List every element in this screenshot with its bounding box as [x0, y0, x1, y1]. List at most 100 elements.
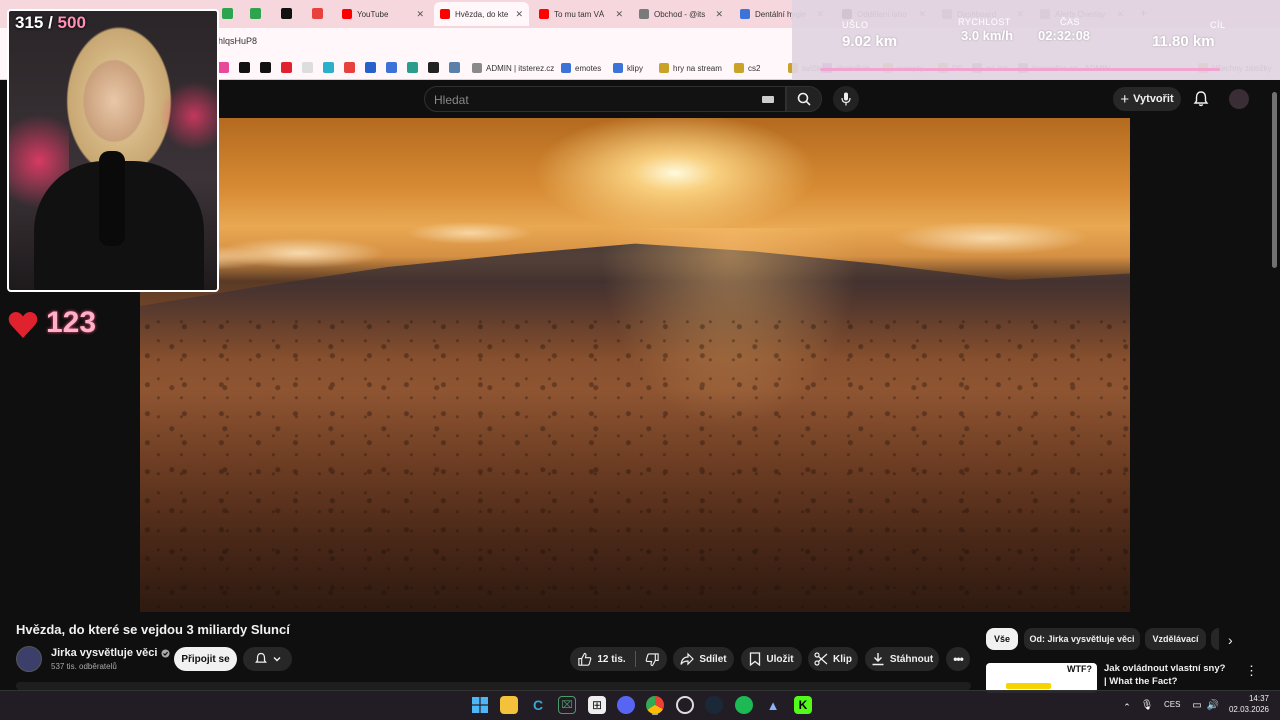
chevron-right-icon[interactable]: ›: [1228, 632, 1233, 648]
ccleaner-icon[interactable]: C: [529, 696, 547, 714]
create-button[interactable]: + Vytvořit: [1113, 87, 1181, 111]
bookmark-item[interactable]: hry na stream: [659, 61, 722, 75]
bookmark-favicon-icon[interactable]: [323, 62, 334, 73]
stream-likes-count: 123: [46, 306, 97, 339]
tab-close-icon[interactable]: ✕: [416, 9, 424, 20]
notifications-bell-icon[interactable]: [1192, 90, 1210, 108]
chip-from-channel[interactable]: Od: Jirka vysvětluje věci: [1024, 628, 1140, 650]
bookmark-favicon-icon[interactable]: [449, 62, 460, 73]
video-player[interactable]: [140, 118, 1130, 612]
channel-name[interactable]: Jirka vysvětluje věci: [51, 647, 170, 659]
heart-icon: [8, 312, 38, 338]
taskbar-time[interactable]: 14:37: [1236, 694, 1269, 703]
taskbar-date[interactable]: 02.03.2026: [1228, 705, 1269, 714]
spotify-icon[interactable]: [735, 696, 753, 714]
browser-tab[interactable]: To mu tam VÁ ✕: [533, 2, 629, 26]
browser-tab[interactable]: YouTube ✕: [336, 2, 430, 26]
language-indicator[interactable]: CES: [1164, 700, 1180, 709]
more-horizontal-icon: •••: [953, 652, 964, 666]
video-title: Hvězda, do které se vejdou 3 miliardy Sl…: [16, 622, 290, 637]
keyboard-icon[interactable]: [762, 96, 774, 103]
pinned-tab-favicon-icon[interactable]: [281, 8, 292, 19]
tray-volume-icon[interactable]: 🔊: [1204, 696, 1222, 714]
bookmark-favicon-icon[interactable]: [386, 62, 397, 73]
bookmark-favicon-icon[interactable]: [407, 62, 418, 73]
bookmark-favicon-icon[interactable]: [344, 62, 355, 73]
pinned-tab-favicon-icon[interactable]: [312, 8, 323, 19]
share-button[interactable]: Sdílet: [673, 647, 734, 671]
tab-favicon-icon: [740, 9, 750, 19]
join-button[interactable]: Připojit se: [174, 647, 237, 671]
more-vertical-icon[interactable]: ⋮: [1245, 663, 1258, 679]
comment-section-edge: [16, 682, 971, 690]
bookmark-item[interactable]: klipy: [613, 61, 643, 75]
pinned-tab-favicon-icon[interactable]: [250, 8, 261, 19]
steam-icon[interactable]: [705, 696, 723, 714]
tab-close-icon[interactable]: ✕: [515, 9, 523, 20]
download-label: Stáhnout: [889, 653, 934, 665]
search-button[interactable]: [786, 86, 822, 112]
chip-educational[interactable]: Vzdělávací: [1145, 628, 1206, 650]
save-icon: [750, 652, 761, 666]
bookmark-item[interactable]: emotes: [561, 61, 601, 75]
account-avatar[interactable]: [1229, 89, 1249, 109]
download-button[interactable]: Stáhnout: [865, 647, 939, 671]
more-actions-button[interactable]: •••: [946, 647, 970, 671]
goal-label: CÍL: [1210, 20, 1226, 30]
tab-close-icon[interactable]: ✕: [615, 9, 623, 20]
tab-favicon-icon: [539, 9, 549, 19]
terminal-icon[interactable]: ⌧: [558, 696, 576, 714]
like-separator: [634, 651, 636, 667]
kick-icon[interactable]: K: [794, 696, 812, 714]
browser-tab[interactable]: Hvězda, do kte ✕: [434, 2, 529, 26]
tab-label: To mu tam VÁ: [554, 9, 605, 19]
voice-search-button[interactable]: [833, 86, 859, 112]
verified-icon: [161, 649, 170, 657]
chip-all[interactable]: Vše: [986, 628, 1018, 650]
counter-separator: /: [43, 13, 58, 32]
recommendation-title[interactable]: Jak ovládnout vlastní sny? | What the Fa…: [1104, 662, 1229, 688]
search-input[interactable]: [424, 86, 786, 112]
save-button[interactable]: Uložit: [741, 647, 802, 671]
subscription-notifications-button[interactable]: [243, 647, 292, 671]
webcam-overlay: [7, 9, 219, 292]
browser-tab[interactable]: Obchod - @its ✕: [633, 2, 729, 26]
file-explorer-icon[interactable]: [500, 696, 518, 714]
tray-microphone-icon[interactable]: 🎙: [1138, 696, 1156, 714]
tray-chevron-up-icon[interactable]: ⌃: [1118, 698, 1136, 716]
counter-max: 500: [57, 13, 86, 32]
bookmark-favicon-icon[interactable]: [218, 62, 229, 73]
tab-favicon-icon: [639, 9, 649, 19]
bookmark-item[interactable]: cs2: [734, 61, 760, 75]
save-label: Uložit: [766, 653, 794, 665]
clip-button[interactable]: Klip: [808, 647, 858, 671]
thumbs-down-icon[interactable]: [645, 652, 660, 667]
scrollbar-thumb[interactable]: [1272, 92, 1277, 268]
share-icon: [680, 652, 695, 666]
subscriber-count: 537 tis. odběratelů: [51, 662, 117, 671]
thumbs-up-icon[interactable]: [577, 652, 592, 667]
chip-next-partial[interactable]: [1211, 628, 1219, 650]
bookmark-favicon-icon[interactable]: [239, 62, 250, 73]
bookmark-favicon-icon[interactable]: [365, 62, 376, 73]
pinned-tab-favicon-icon[interactable]: [222, 8, 233, 19]
webcam-microphone: [99, 151, 125, 246]
game-icon[interactable]: ⊞: [588, 696, 606, 714]
obs-icon[interactable]: [676, 696, 694, 714]
bookmark-favicon-icon[interactable]: [302, 62, 313, 73]
tab-label: Obchod - @its: [654, 9, 706, 19]
like-count[interactable]: 12 tis.: [597, 654, 625, 665]
chrome-icon[interactable]: [646, 696, 664, 714]
bookmark-favicon-icon[interactable]: [428, 62, 439, 73]
app-icon[interactable]: ▲: [764, 696, 782, 714]
channel-avatar[interactable]: [16, 646, 42, 672]
bookmark-label: hry na stream: [673, 63, 722, 73]
bookmark-favicon-icon[interactable]: [281, 62, 292, 73]
bookmark-item[interactable]: ADMIN | itsterez.cz: [472, 61, 554, 75]
url-text[interactable]: hlqsHuP8: [218, 36, 257, 46]
share-label: Sdílet: [699, 653, 727, 665]
windows-start-icon[interactable]: [471, 696, 489, 714]
discord-icon[interactable]: [617, 696, 635, 714]
tab-close-icon[interactable]: ✕: [715, 9, 723, 20]
bookmark-favicon-icon[interactable]: [260, 62, 271, 73]
